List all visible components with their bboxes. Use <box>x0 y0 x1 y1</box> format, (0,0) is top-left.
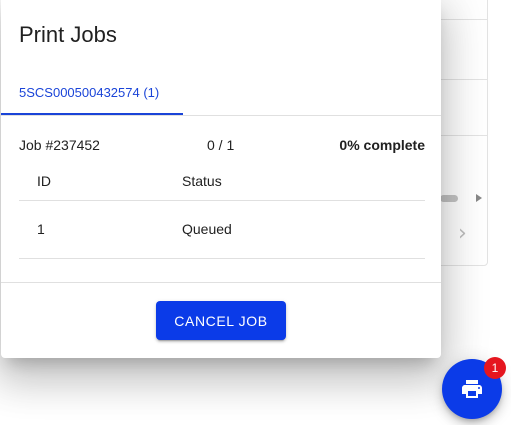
background-scrollbar-thumb[interactable] <box>440 195 458 202</box>
notification-badge: 1 <box>484 357 506 379</box>
job-summary: Job #237452 0 / 1 0% complete <box>19 137 425 155</box>
scroll-right-arrow-icon[interactable] <box>476 194 482 202</box>
job-items-table: ID Status 1 Queued <box>19 162 425 259</box>
cell-id: 1 <box>37 221 45 237</box>
tabs-divider <box>1 115 441 116</box>
cell-status: Queued <box>182 221 232 237</box>
cancel-job-button[interactable]: CANCEL JOB <box>156 301 286 340</box>
print-jobs-dialog: Print Jobs 5SCS000500432574 (1) Job #237… <box>1 0 441 358</box>
job-percent-complete: 0% complete <box>339 137 425 153</box>
tab-label: 5SCS000500432574 (1) <box>19 85 160 100</box>
printer-icon <box>462 380 482 398</box>
column-header-id: ID <box>37 173 51 189</box>
job-progress-count: 0 / 1 <box>207 137 235 153</box>
tab-printer[interactable]: 5SCS000500432574 (1) <box>1 70 183 115</box>
actions-divider <box>1 282 441 283</box>
table-row: 1 Queued <box>19 201 425 259</box>
table-header-row: ID Status <box>19 162 425 201</box>
chevron-right-icon[interactable]: › <box>458 223 467 245</box>
dialog-title: Print Jobs <box>19 22 117 47</box>
job-id: Job #237452 <box>19 137 100 153</box>
column-header-status: Status <box>182 173 222 189</box>
